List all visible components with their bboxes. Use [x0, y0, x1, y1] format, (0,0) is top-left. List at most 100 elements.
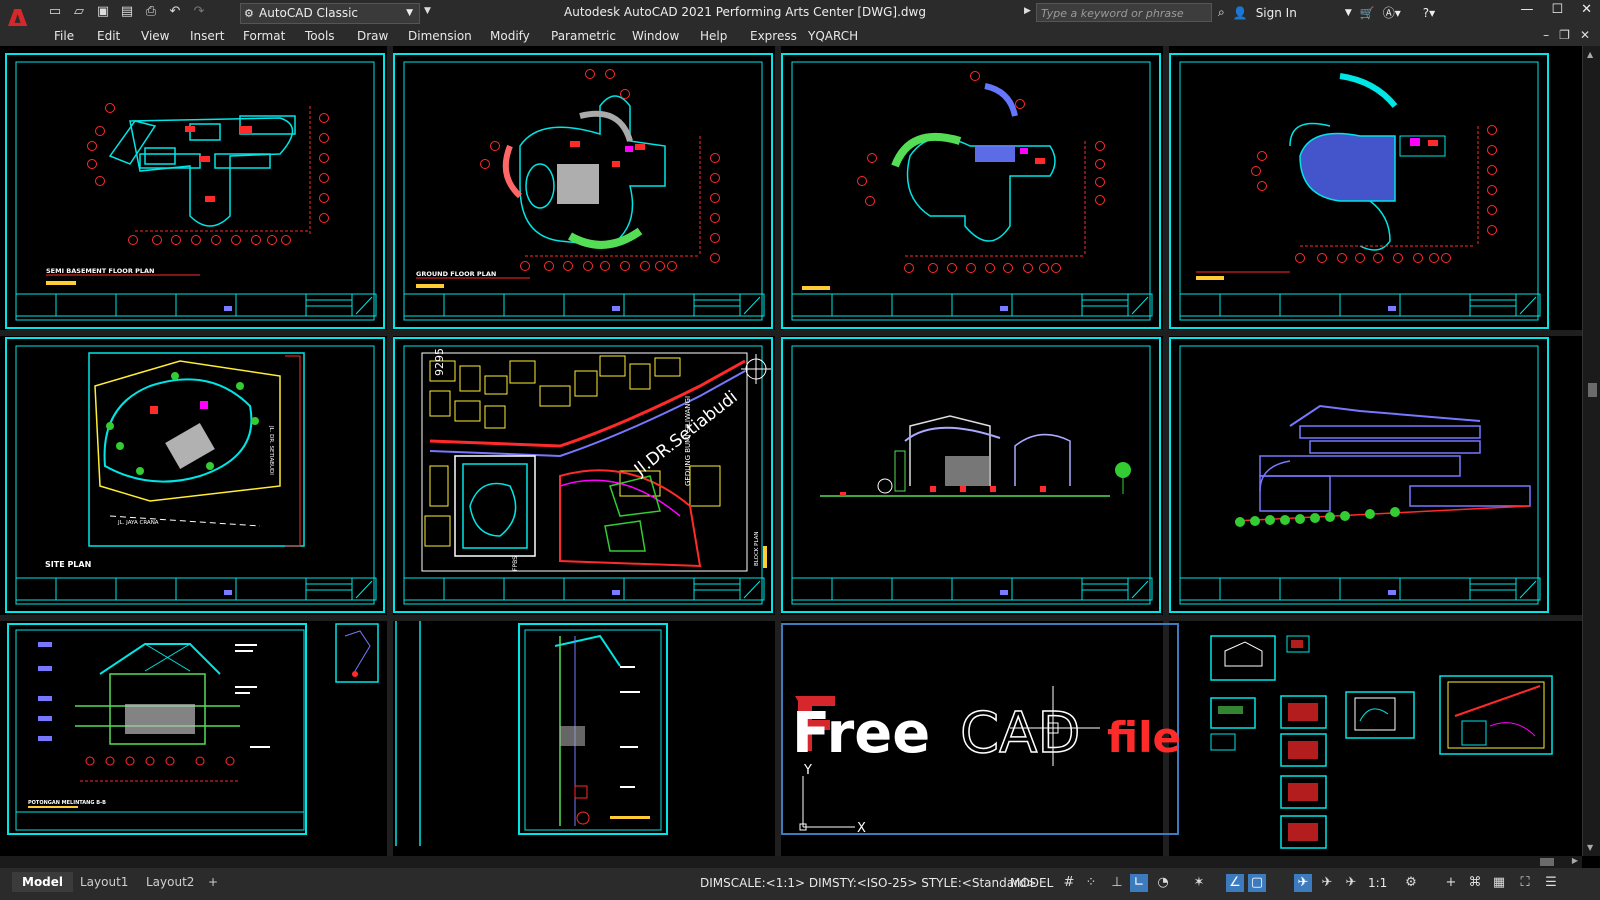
object-snap-icon[interactable]: ▢ [1248, 874, 1266, 892]
fpbs-label: FPBS [512, 556, 519, 571]
menu-express[interactable]: Express [750, 29, 797, 43]
fullscreen-icon[interactable]: ⛶ [1516, 874, 1534, 892]
infer-constraints-icon[interactable]: ⊥ [1108, 874, 1126, 892]
redo-icon[interactable]: ↷ [190, 3, 208, 21]
new-icon[interactable]: ▭ [46, 3, 64, 21]
search-icon[interactable]: ⌕ [1218, 5, 1225, 20]
customize-qa-icon[interactable]: ▼ [424, 6, 431, 16]
workspace-label: AutoCAD Classic [259, 4, 358, 23]
model-space: SEMI BASEMENT FLOOR PLAN GROUND FLOOR PL… [0, 46, 1582, 856]
vertical-scrollbar[interactable]: ▲ ▼ [1582, 46, 1600, 856]
quick-properties-icon[interactable]: ▦ [1490, 874, 1508, 892]
semi-basement-title: SEMI BASEMENT FLOOR PLAN [46, 267, 154, 275]
cart-icon[interactable]: 🛒 [1360, 6, 1375, 20]
annotation-visibility-icon[interactable]: ✈ [1294, 874, 1312, 892]
layout-tabs: Model Layout1 Layout2 + [0, 868, 690, 900]
search-input[interactable]: Type a keyword or phrase [1036, 3, 1212, 22]
gedung-label: GEDUNG BUMI SILIWANGI [684, 396, 692, 486]
menu-help[interactable]: Help [700, 29, 727, 43]
menu-insert[interactable]: Insert [190, 29, 224, 43]
sign-in-label[interactable]: Sign In [1256, 6, 1297, 20]
sheet-roof-plan[interactable] [1170, 54, 1548, 328]
menu-bar: File Edit View Insert Format Tools Draw … [0, 26, 1600, 46]
undo-icon[interactable]: ↶ [166, 3, 184, 21]
minimize-icon[interactable]: — [1520, 2, 1533, 17]
maximize-icon[interactable]: ☐ [1551, 2, 1563, 17]
close-icon[interactable]: ✕ [1581, 2, 1592, 17]
sheet-first-floor[interactable] [782, 54, 1160, 328]
grid-icon[interactable]: # [1060, 874, 1078, 892]
status-bar: DIMSCALE:<1:1> DIMSTY:<ISO-25> STYLE:<St… [690, 868, 1600, 900]
menu-modify[interactable]: Modify [490, 29, 530, 43]
jaya-crana-label: JL. JAYA CRANA [117, 520, 159, 526]
sheet-thumbnails[interactable] [1211, 636, 1552, 848]
menu-yqarch[interactable]: YQARCH [808, 29, 858, 43]
user-icon[interactable]: 👤 [1233, 6, 1248, 20]
sheet-semi-basement[interactable]: SEMI BASEMENT FLOOR PLAN [6, 54, 384, 328]
workspace-gear-icon[interactable]: ⚙ [1402, 874, 1420, 892]
window-title: Autodesk AutoCAD 2021 Performing Arts Ce… [564, 5, 926, 19]
menu-view[interactable]: View [141, 29, 169, 43]
menu-tools[interactable]: Tools [305, 29, 335, 43]
sheet-elevation-2[interactable] [1170, 338, 1548, 612]
add-layout-button[interactable]: + [198, 872, 228, 892]
watermark-cad: CAD [960, 701, 1081, 766]
autodesk-app-icon[interactable]: Ⓐ▾ [1383, 4, 1401, 21]
print-icon[interactable]: ⎙ [142, 3, 160, 21]
search-arrow-icon[interactable]: ▶ [1024, 6, 1031, 16]
tab-layout2[interactable]: Layout2 [136, 872, 204, 892]
units-icon[interactable]: ⌘ [1466, 874, 1484, 892]
block-plan-title: BLOCK PLAN [754, 531, 760, 566]
help-icon[interactable]: ?▾ [1423, 6, 1435, 20]
sign-in-chevron-icon[interactable]: ▼ [1345, 8, 1352, 18]
gear-icon: ⚙ [244, 4, 254, 23]
auto-scale-icon[interactable]: ✈ [1318, 874, 1336, 892]
annotation-scale-icon[interactable]: ✈ [1342, 874, 1360, 892]
menu-window[interactable]: Window [632, 29, 679, 43]
save-as-icon[interactable]: ▤ [118, 3, 136, 21]
sheet-site-plan[interactable]: JL. JAYA CRANA JL. DR. SETIABUDI SITE PL… [6, 338, 384, 612]
doc-close-icon[interactable]: ✕ [1580, 28, 1590, 42]
watermark-file: file [1107, 713, 1181, 762]
scroll-down-icon[interactable]: ▼ [1587, 843, 1593, 852]
doc-restore-icon[interactable]: ❐ [1559, 28, 1570, 42]
doc-minimize-icon[interactable]: – [1543, 28, 1549, 42]
document-controls: – ❐ ✕ [1543, 28, 1590, 42]
object-snap-tracking-icon[interactable]: ∠ [1226, 874, 1244, 892]
vertical-scroll-thumb[interactable] [1588, 383, 1597, 397]
workspace-dropdown[interactable]: ⚙ AutoCAD Classic ▼ [240, 3, 420, 24]
menu-format[interactable]: Format [243, 29, 285, 43]
customization-icon[interactable]: ☰ [1542, 874, 1560, 892]
sheet-elevation-1[interactable] [782, 338, 1160, 612]
sheet-ground-floor[interactable]: GROUND FLOOR PLAN [394, 54, 772, 328]
tab-layout1[interactable]: Layout1 [70, 872, 138, 892]
tab-model[interactable]: Model [12, 872, 73, 892]
account-area: ⌕ 👤 Sign In ▼ 🛒 Ⓐ▾ ?▾ [1218, 4, 1435, 21]
add-icon[interactable]: + [1442, 874, 1460, 892]
sheet-block-plan[interactable]: Jl.DR.Setiabudi GEDUNG BUMI SILIWANGI 92… [394, 338, 772, 612]
save-icon[interactable]: ▣ [94, 3, 112, 21]
annotation-scale-value[interactable]: 1:1 [1368, 876, 1387, 890]
menu-draw[interactable]: Draw [357, 29, 388, 43]
isodraft-icon[interactable]: ✶ [1190, 874, 1208, 892]
site-plan-title: SITE PLAN [45, 560, 91, 569]
open-icon[interactable]: ▱ [70, 3, 88, 21]
scroll-right-icon[interactable]: ▶ [1572, 856, 1578, 865]
polar-tracking-icon[interactable]: ◔ [1154, 874, 1172, 892]
horizontal-scrollbar[interactable]: ▶ [0, 856, 1582, 868]
ground-floor-title: GROUND FLOOR PLAN [416, 270, 496, 278]
menu-edit[interactable]: Edit [97, 29, 120, 43]
model-space-toggle[interactable]: MODEL [1010, 876, 1053, 890]
snap-icon[interactable]: ⁘ [1082, 874, 1100, 892]
ortho-icon[interactable]: ∟ [1130, 874, 1148, 892]
menu-file[interactable]: File [54, 29, 74, 43]
menu-dimension[interactable]: Dimension [408, 29, 472, 43]
drawing-canvas[interactable]: SEMI BASEMENT FLOOR PLAN GROUND FLOOR PL… [0, 46, 1582, 856]
sheet-detail-section[interactable] [396, 621, 667, 846]
sheet-watermark-viewport[interactable]: Free CAD file Y X [782, 624, 1181, 836]
scroll-up-icon[interactable]: ▲ [1587, 50, 1593, 59]
sheet-section-bb[interactable]: POTONGAN MELINTANG B-B [8, 624, 378, 834]
dimension-style-readout: DIMSCALE:<1:1> DIMSTY:<ISO-25> STYLE:<St… [700, 876, 1037, 890]
horizontal-scroll-thumb[interactable] [1540, 858, 1554, 866]
menu-parametric[interactable]: Parametric [551, 29, 616, 43]
